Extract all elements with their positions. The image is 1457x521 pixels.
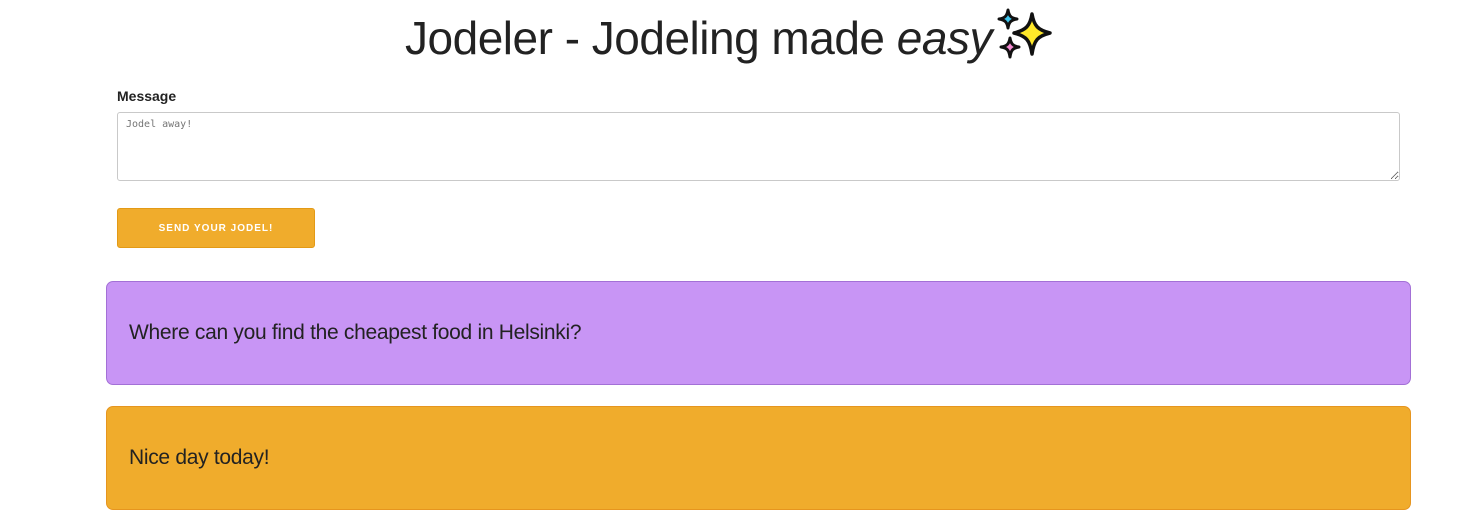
page-title: Jodeler - Jodeling made easy <box>0 8 1457 68</box>
jodel-text: Nice day today! <box>129 446 270 469</box>
jodeler-page: Jodeler - Jodeling made easy Message SEN… <box>0 0 1457 521</box>
jodel-card: Where can you find the cheapest food in … <box>106 281 1411 385</box>
title-text: Jodeler - Jodeling made <box>405 12 897 64</box>
message-input[interactable] <box>117 112 1400 181</box>
title-emphasis: easy <box>896 12 993 64</box>
jodel-card: Nice day today! <box>106 406 1411 510</box>
send-jodel-button[interactable]: SEND YOUR JODEL! <box>117 208 315 248</box>
jodel-text: Where can you find the cheapest food in … <box>129 321 582 344</box>
message-label: Message <box>117 88 177 104</box>
jodel-form: Message <box>117 88 1400 181</box>
sparkles-icon <box>997 8 1052 59</box>
